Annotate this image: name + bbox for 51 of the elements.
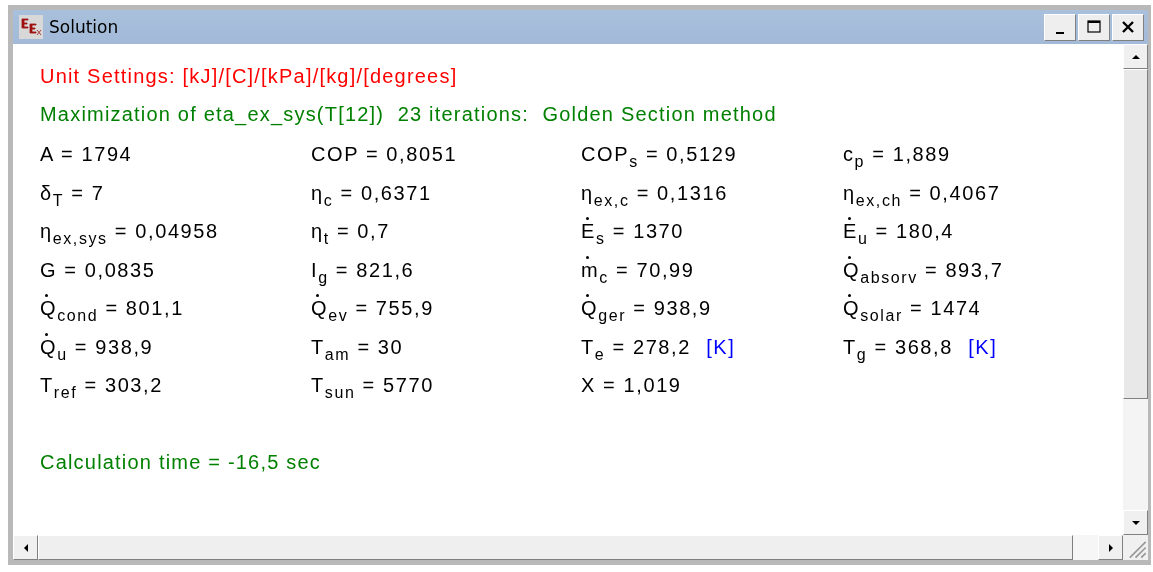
minimize-button[interactable] [1044,13,1076,41]
variable-value: COP$_{s}$ = 0,5129 [581,142,738,172]
solution-note: Unit Settings: [kJ]/[C]/[kPa]/[kg]/[degrees] [40,64,459,89]
variable-value: η$_{ex,c}$ = 0,1316 [581,180,728,211]
vertical-scrollbar[interactable] [1123,44,1148,535]
calculation-time: Calculation time = -16,5 sec [40,449,322,475]
variable-value: Q$_{ger}$ = 938,9 [581,294,712,327]
right-arrow-icon [1108,543,1113,552]
close-button[interactable] [1112,13,1144,41]
variable-value: T$_{ref}$ = 303,2 [40,373,163,403]
scroll-right-button[interactable] [1098,535,1123,560]
variable-value: E$_{u}$ = 180,4 [843,217,955,250]
resize-grip-icon[interactable] [1123,535,1148,560]
variable-value: η$_{t}$ = 0,7 [311,219,390,249]
variable-value: η$_{c}$ = 0,6371 [311,180,432,211]
app-logo-icon [19,15,43,39]
variable-value: Q$_{ev}$ = 755,9 [311,294,434,327]
variable-value: T$_{e}$ = 278,2 [581,334,691,365]
unit-label: [K] [706,335,736,358]
variable-value: m$_{c}$ = 70,99 [581,255,695,289]
variable-value: A = 1794 [40,142,133,167]
maximize-button[interactable] [1078,13,1110,41]
variable-value: T$_{am}$ = 30 [311,334,404,365]
minimize-icon [1056,32,1064,34]
scroll-up-button[interactable] [1123,44,1148,69]
close-icon [1120,19,1136,35]
variable-value: T$_{sun}$ = 5770 [311,373,434,403]
scroll-thumb[interactable] [1123,69,1148,399]
window-title: Solution [49,17,119,37]
variable-value: c$_{p}$ = 1,889 [843,142,951,172]
maximize-icon [1086,19,1102,35]
variable-value: X = 1,019 [581,373,682,398]
variable-value: G = 0,0835 [40,257,156,283]
variable-value: η$_{ex,sys}$ = 0,04958 [40,219,219,249]
variable-value: Q$_{u}$ = 938,9 [40,332,154,366]
solution-note: Maximization of eta_ex_sys(T[12]) 23 iterations: Golden Section method [40,102,778,128]
variable-value: E$_{s}$ = 1370 [581,217,685,250]
scroll-down-button[interactable] [1123,510,1148,535]
left-arrow-icon [23,543,28,552]
up-arrow-icon [1131,54,1140,59]
variable-value: η$_{ex,ch}$ = 0,4067 [843,180,1001,211]
variable-value: Q$_{absorv}$ = 893,7 [843,255,1004,289]
scroll-left-button[interactable] [13,535,38,560]
down-arrow-icon [1131,520,1140,525]
variable-value: COP = 0,8051 [311,142,458,167]
unit-label: [K] [968,335,998,358]
variable-value: T$_{g}$ = 368,8 [843,334,953,365]
variable-value: δ$_{T}$ = 7 [40,180,105,211]
variable-value: I$_{g}$ = 821,6 [311,257,415,288]
variable-value: Q$_{solar}$ = 1474 [843,294,982,327]
variable-value: Q$_{cond}$ = 801,1 [40,294,184,327]
